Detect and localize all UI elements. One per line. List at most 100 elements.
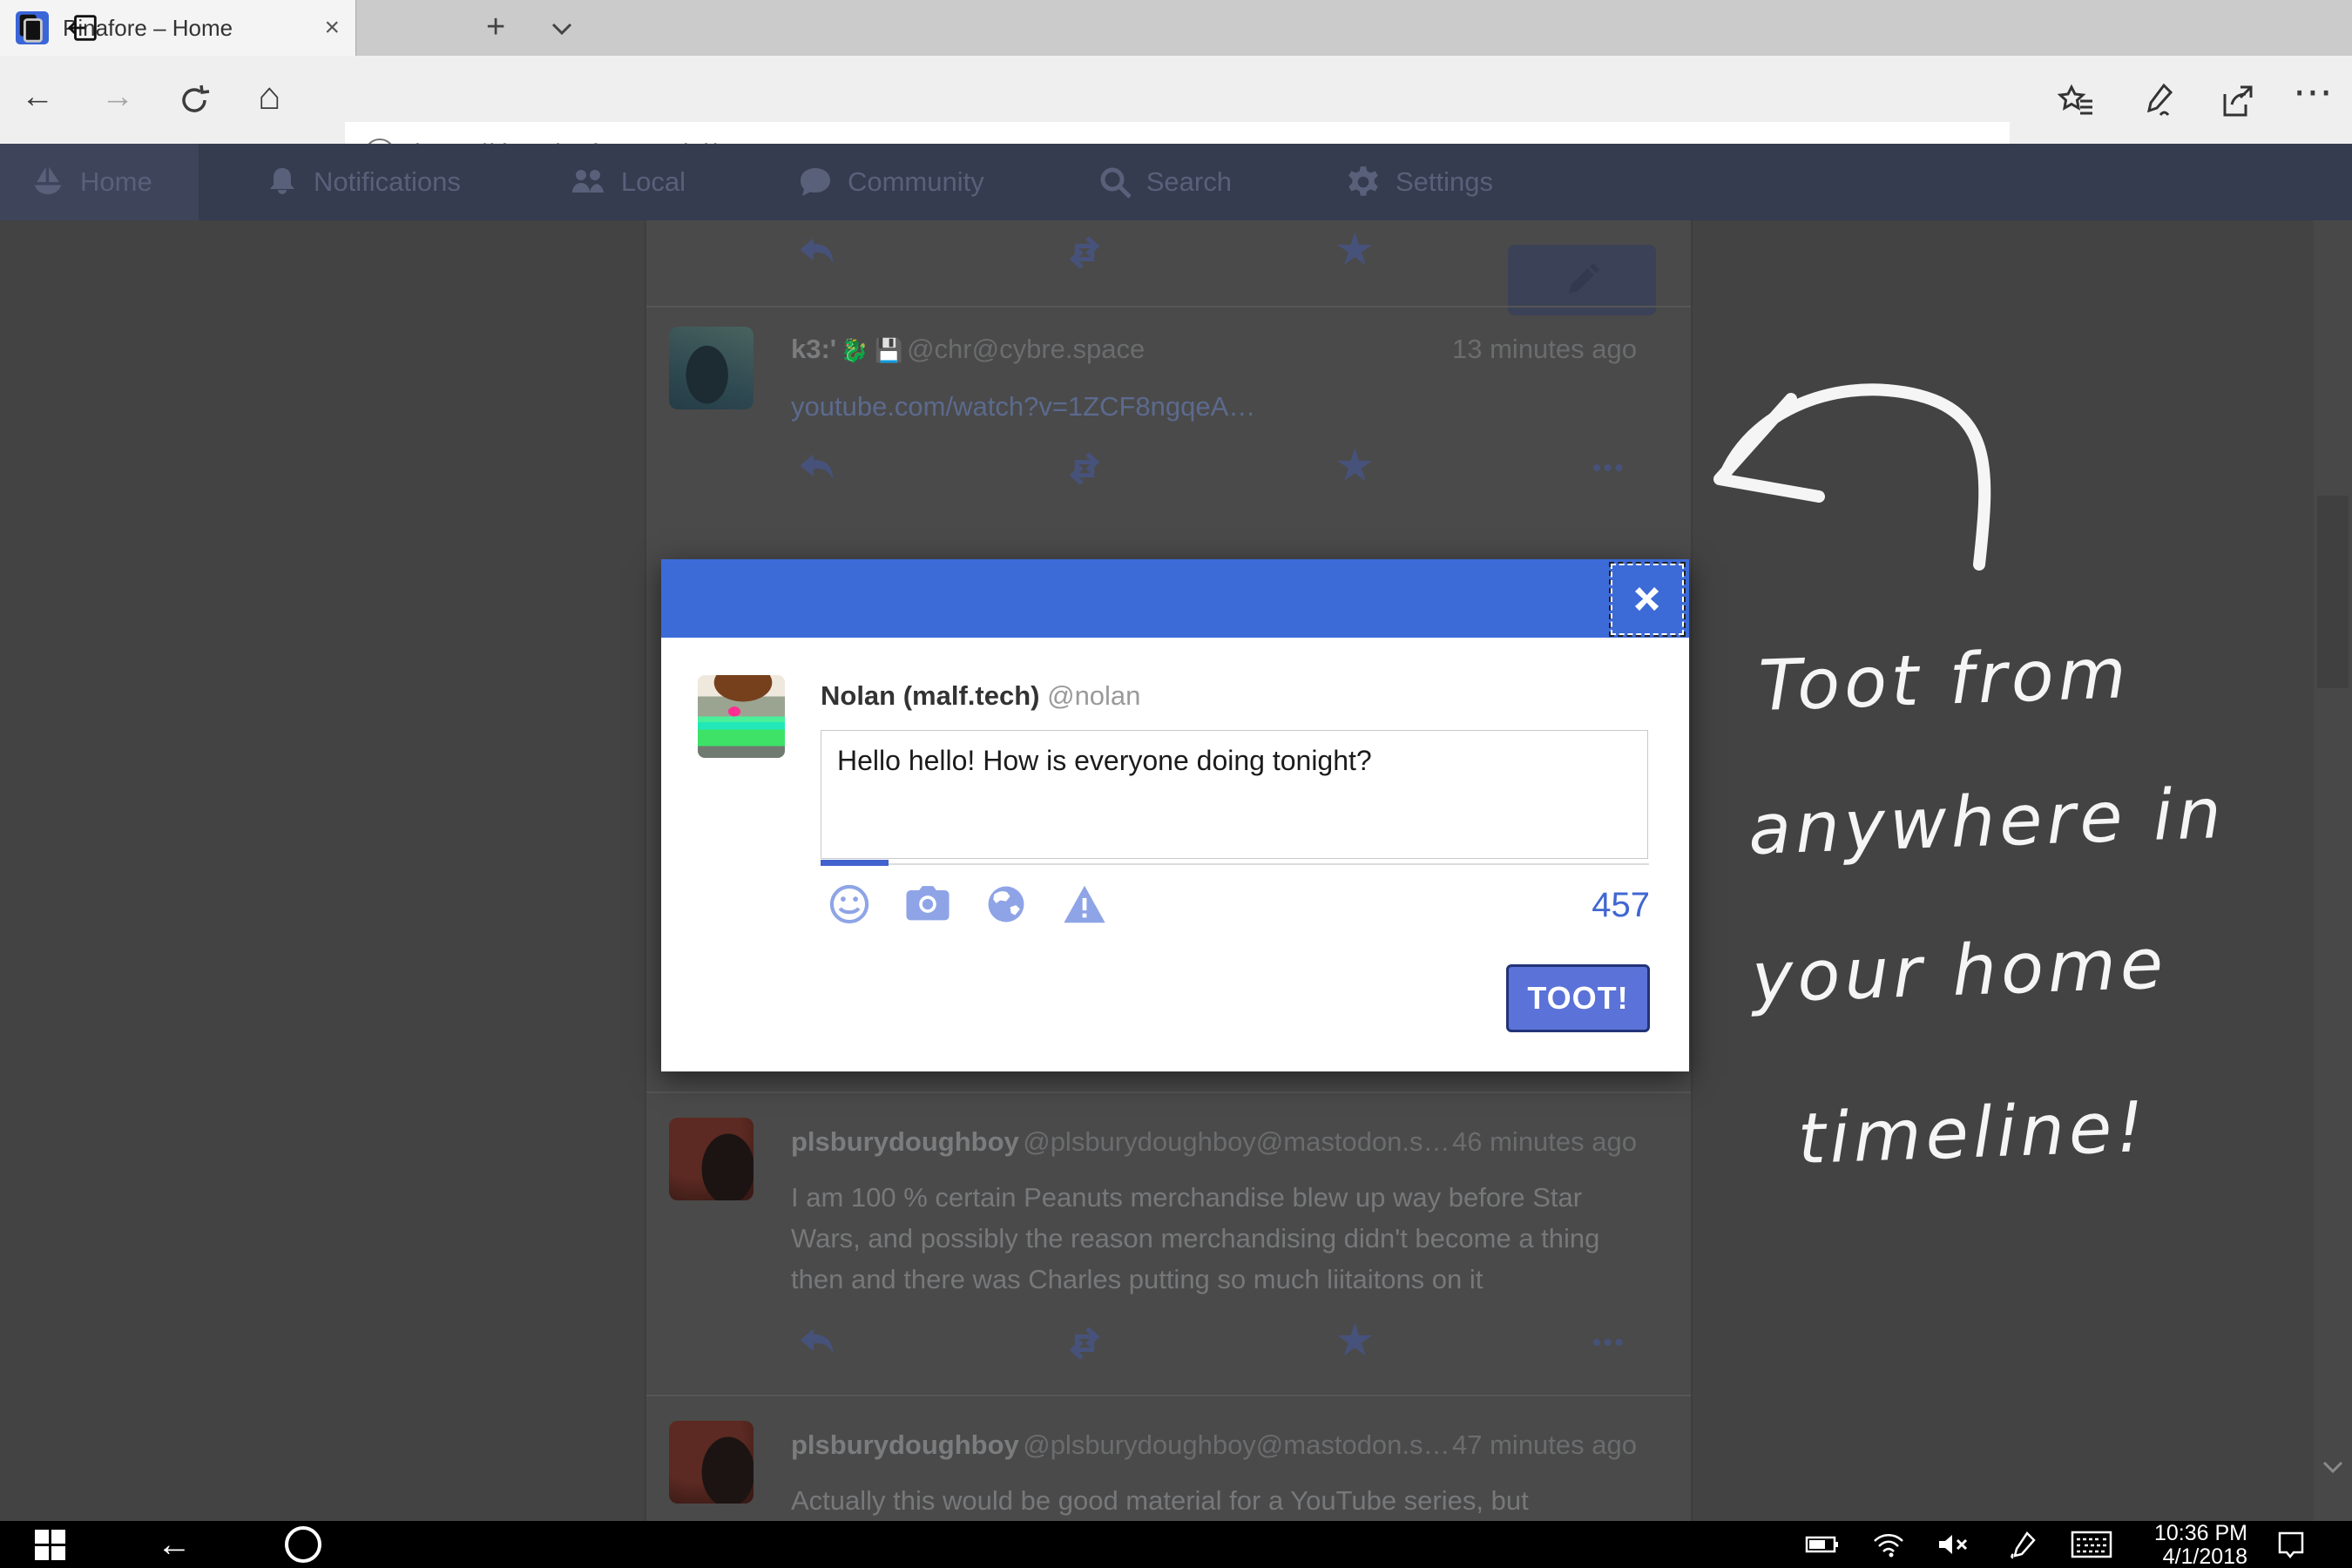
- compose-author: Nolan (malf.tech) @nolan: [821, 680, 1140, 712]
- search-icon: [1098, 165, 1132, 199]
- nav-item-local[interactable]: Local: [539, 144, 715, 220]
- share-icon[interactable]: [2220, 82, 2258, 125]
- post-username[interactable]: k3:': [791, 334, 836, 364]
- compose-modal: Nolan (malf.tech) @nolan Hello hello! Ho…: [661, 559, 1689, 1071]
- emoji-picker-button[interactable]: [825, 880, 874, 929]
- post-handle[interactable]: @chr@cybre.space: [907, 334, 1145, 364]
- wifi-icon[interactable]: [1862, 1521, 1915, 1568]
- nav-item-notifications[interactable]: Notifications: [235, 144, 490, 220]
- post-time[interactable]: 47 minutes ago: [1452, 1429, 1637, 1461]
- compose-toot-button[interactable]: [1508, 245, 1656, 315]
- username-emoji: 🐉 💾: [841, 337, 903, 363]
- nav-item-search[interactable]: Search: [1068, 144, 1261, 220]
- compose-textarea[interactable]: Hello hello! How is everyone doing tonig…: [821, 730, 1648, 859]
- privacy-button[interactable]: [982, 880, 1031, 929]
- pen-icon[interactable]: [1997, 1521, 2049, 1568]
- more-options-icon[interactable]: •••: [1592, 1328, 1625, 1356]
- length-gauge: [821, 860, 889, 866]
- smiley-icon: [827, 882, 872, 927]
- more-menu-icon[interactable]: ⋯: [2293, 68, 2333, 115]
- cortana-button[interactable]: [277, 1521, 329, 1568]
- tabs-set-aside-icon[interactable]: [64, 10, 103, 45]
- close-icon: [1630, 582, 1665, 617]
- post-handle[interactable]: @plsburydoughboy@mastodon.s…: [1023, 1126, 1450, 1157]
- back-button-taskbar[interactable]: ←: [148, 1521, 200, 1568]
- post-username[interactable]: plsburydoughboy: [791, 1126, 1019, 1157]
- start-button[interactable]: [26, 1521, 73, 1568]
- reply-icon[interactable]: [794, 445, 840, 495]
- set-tabs-aside-icon[interactable]: [12, 10, 51, 45]
- post-header: k3:' 🐉 💾 @chr@cybre.space: [791, 334, 1145, 365]
- pinafore-nav-bar: Home Notifications Local Community Searc…: [0, 144, 2352, 220]
- compose-author-avatar[interactable]: [698, 675, 785, 758]
- attach-media-button[interactable]: [903, 880, 952, 929]
- star-icon[interactable]: ★: [1335, 440, 1375, 492]
- avatar[interactable]: [669, 327, 754, 409]
- scrollbar-down-icon[interactable]: [2319, 1457, 2347, 1481]
- forward-button[interactable]: →: [101, 78, 134, 116]
- cortana-ring-icon: [285, 1526, 321, 1563]
- sailboat-icon: [30, 164, 66, 200]
- post-separator: [646, 306, 1691, 308]
- more-options-icon[interactable]: •••: [1592, 454, 1625, 482]
- action-center-icon[interactable]: [2265, 1521, 2317, 1568]
- post-body: youtube.com/watch?v=1ZCF8ngqeA…: [791, 386, 1645, 427]
- toot-button[interactable]: TOOT!: [1506, 964, 1650, 1032]
- modal-close-button[interactable]: [1611, 564, 1684, 635]
- nav-label: Notifications: [314, 166, 461, 198]
- char-count: 457: [1592, 886, 1650, 925]
- post-time[interactable]: 13 minutes ago: [1452, 334, 1637, 365]
- warning-icon: [1062, 883, 1107, 925]
- nav-label: Home: [80, 166, 152, 198]
- pencil-icon: [1560, 259, 1604, 302]
- home-button[interactable]: ⌂: [258, 75, 281, 118]
- reply-icon[interactable]: [794, 229, 840, 279]
- screen: Pinafore – Home × + ← → ⌂ i https://dev.…: [0, 0, 2352, 1568]
- browser-tab[interactable]: Pinafore – Home ×: [0, 0, 356, 56]
- windows-taskbar: ← 10:36 PM 4/1/2018: [0, 1521, 2352, 1568]
- length-gauge-track: [889, 863, 1649, 865]
- avatar[interactable]: [669, 1421, 754, 1504]
- refresh-button[interactable]: [176, 82, 213, 123]
- new-tab-button[interactable]: +: [486, 9, 505, 46]
- tab-close-icon[interactable]: ×: [324, 13, 340, 43]
- scrollbar-track[interactable]: [2314, 220, 2352, 1521]
- back-button[interactable]: ←: [21, 78, 54, 116]
- volume-muted-icon[interactable]: [1927, 1521, 1979, 1568]
- post-time[interactable]: 46 minutes ago: [1452, 1126, 1637, 1158]
- content-warning-button[interactable]: [1060, 880, 1109, 929]
- nav-item-home[interactable]: Home: [0, 144, 199, 220]
- tab-list-chevron-icon[interactable]: [547, 17, 577, 44]
- globe-icon: [984, 882, 1028, 926]
- people-icon: [569, 165, 607, 199]
- post-link[interactable]: youtube.com/watch?v=1ZCF8ngqeA…: [791, 391, 1255, 422]
- post-separator: [646, 1092, 1691, 1093]
- browser-toolbar: ← → ⌂ i https://dev.pinafore.social/ ⋯: [0, 56, 2352, 144]
- web-note-pen-icon[interactable]: [2139, 80, 2180, 125]
- reply-icon[interactable]: [794, 1320, 840, 1369]
- author-handle: @nolan: [1047, 680, 1140, 711]
- bell-icon: [265, 165, 300, 199]
- nav-label: Settings: [1396, 166, 1493, 198]
- nav-item-settings[interactable]: Settings: [1315, 144, 1523, 220]
- boost-icon[interactable]: [1063, 449, 1106, 493]
- boost-icon[interactable]: [1063, 1323, 1106, 1368]
- gear-icon: [1345, 164, 1382, 200]
- nav-item-community[interactable]: Community: [767, 144, 1014, 220]
- scrollbar-thumb[interactable]: [2317, 496, 2349, 688]
- post-handle[interactable]: @plsburydoughboy@mastodon.s…: [1023, 1429, 1450, 1460]
- taskbar-clock[interactable]: 10:36 PM 4/1/2018: [2154, 1522, 2247, 1568]
- hub-favorites-icon[interactable]: [2058, 82, 2096, 125]
- post-body: Actually this would be good material for…: [791, 1480, 1645, 1521]
- clock-time: 10:36 PM: [2154, 1522, 2247, 1545]
- post-separator: [646, 1395, 1691, 1396]
- star-icon[interactable]: ★: [1335, 1315, 1375, 1367]
- battery-icon[interactable]: [1796, 1521, 1848, 1568]
- clock-date: 4/1/2018: [2154, 1545, 2247, 1568]
- boost-icon[interactable]: [1063, 233, 1106, 277]
- post-username[interactable]: plsburydoughboy: [791, 1429, 1019, 1460]
- modal-header[interactable]: [661, 559, 1689, 638]
- star-icon[interactable]: ★: [1335, 224, 1375, 276]
- touch-keyboard-icon[interactable]: [2061, 1521, 2122, 1568]
- avatar[interactable]: [669, 1118, 754, 1200]
